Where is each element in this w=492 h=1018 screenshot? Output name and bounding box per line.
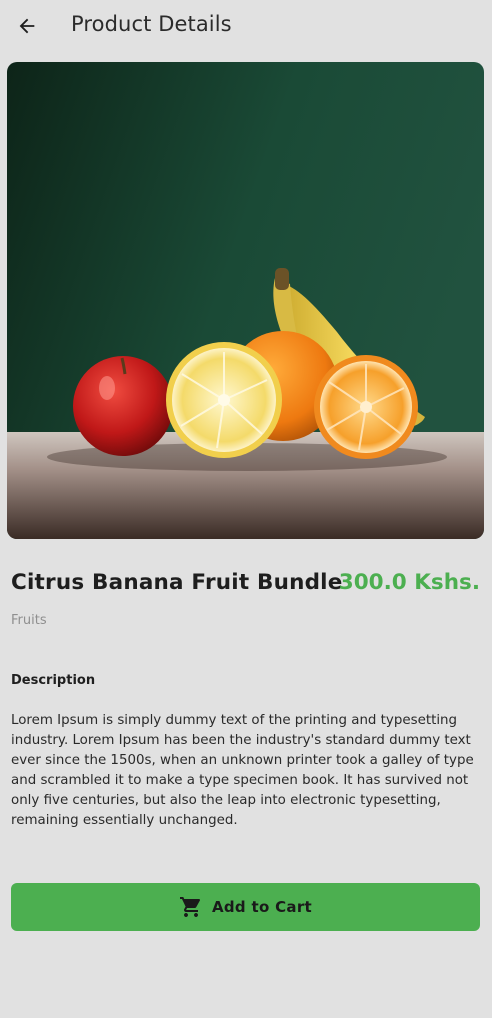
arrow-back-icon — [19, 18, 35, 34]
product-name: Citrus Banana Fruit Bundle — [11, 570, 343, 595]
product-category: Fruits — [11, 613, 47, 628]
page-title: Product Details — [71, 12, 232, 36]
product-image — [7, 62, 484, 539]
add-to-cart-button[interactable]: Add to Cart — [11, 883, 480, 931]
add-to-cart-label: Add to Cart — [211, 898, 312, 916]
description-text: Lorem Ipsum is simply dummy text of the … — [11, 713, 474, 828]
app-bar: Product Details — [0, 0, 492, 52]
back-button[interactable] — [11, 10, 43, 42]
product-price: 300.0 Kshs. — [338, 570, 480, 595]
shopping-cart-icon — [179, 895, 203, 919]
description-heading: Description — [11, 673, 96, 688]
